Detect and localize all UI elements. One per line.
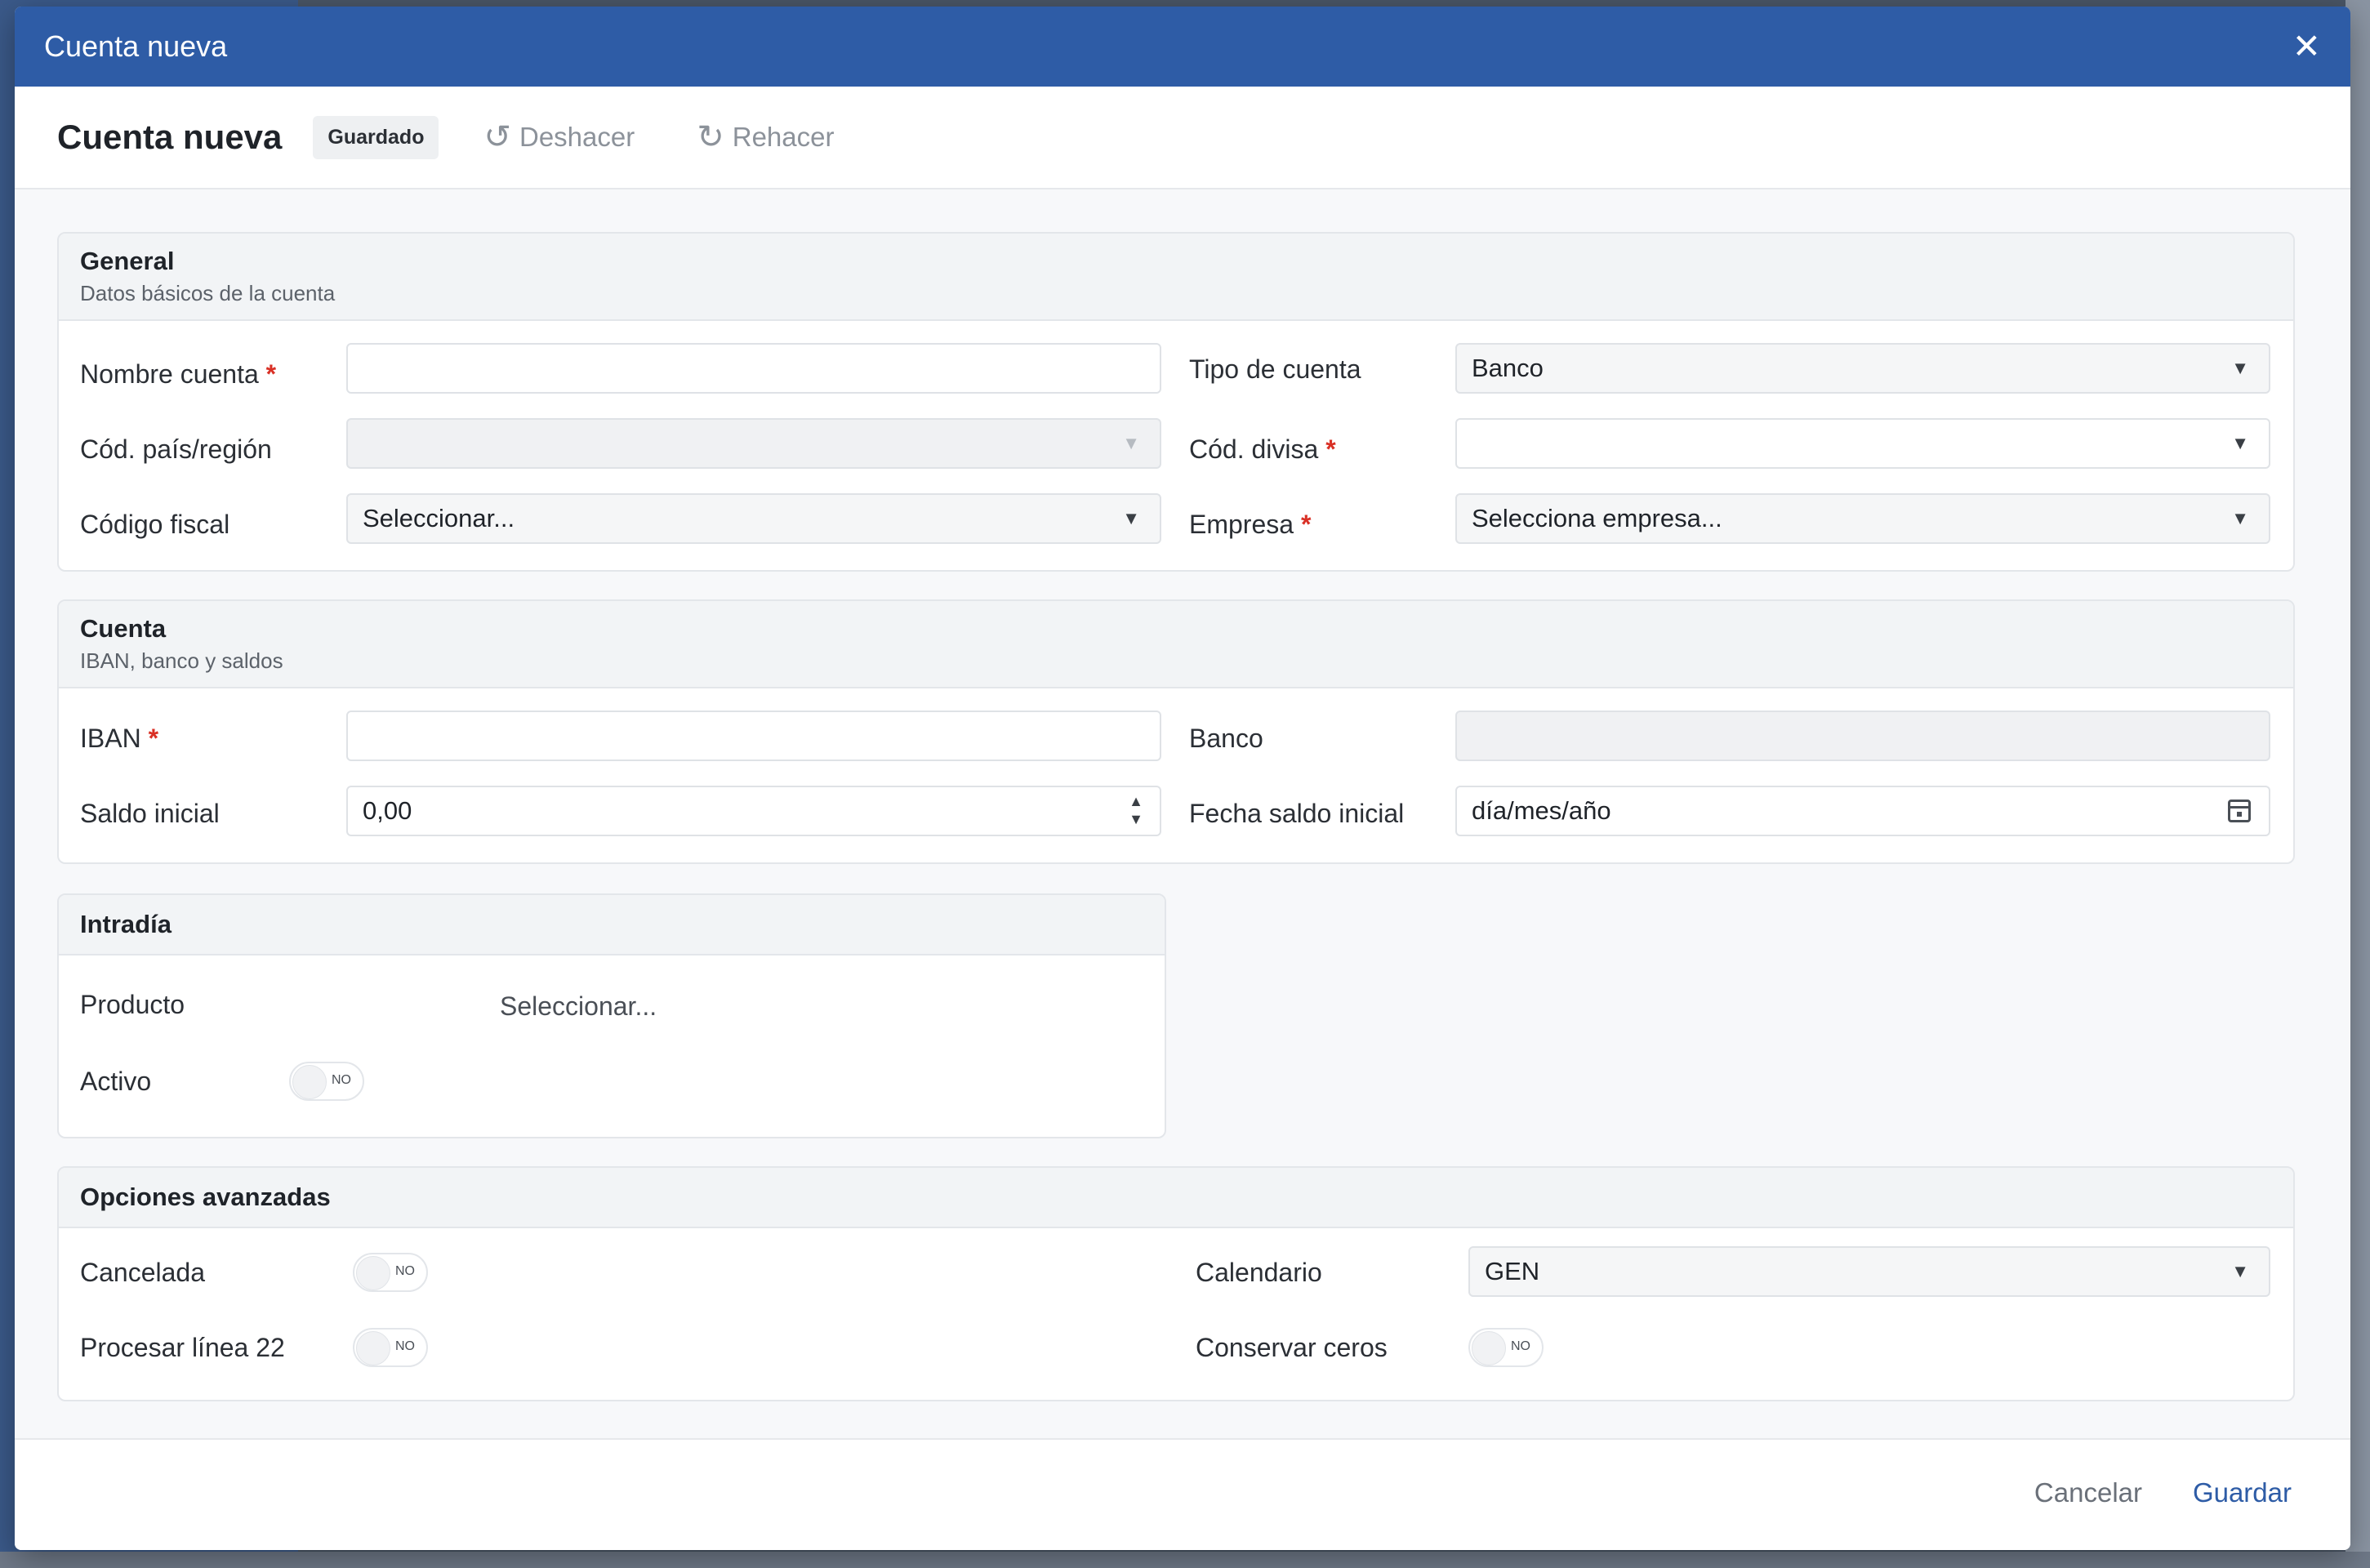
- calendar-icon[interactable]: [2228, 800, 2251, 822]
- toggle-state: NO: [332, 1073, 351, 1087]
- line22-label: Procesar línea 22: [80, 1333, 285, 1362]
- calendar-value: GEN: [1485, 1257, 1540, 1285]
- general-subtitle: Datos básicos de la cuenta: [80, 281, 336, 305]
- intraday-panel-header: Intradía: [59, 895, 1165, 956]
- country-select[interactable]: ▼: [346, 418, 1161, 469]
- account-name-input[interactable]: [346, 343, 1161, 394]
- dialog-footer: Cancelar Guardar: [15, 1438, 2350, 1550]
- dialog-titlebar: Cuenta nueva ✕: [15, 7, 2350, 87]
- chevron-down-icon: ▼: [2231, 1261, 2249, 1281]
- account-panel-header: Cuenta IBAN, banco y saldos: [59, 601, 2293, 688]
- toggle-state: NO: [395, 1339, 415, 1353]
- advanced-title: Opciones avanzadas: [80, 1183, 331, 1211]
- account-title: Cuenta: [80, 614, 167, 643]
- product-select[interactable]: Seleccionar...: [500, 991, 657, 1022]
- initial-balance-date-label: Fecha saldo inicial: [1189, 799, 1405, 828]
- keep-zeros-label: Conservar ceros: [1196, 1333, 1388, 1362]
- account-subtitle: IBAN, banco y saldos: [80, 648, 283, 673]
- toggle-knob: [356, 1331, 390, 1365]
- general-panel-header: General Datos básicos de la cuenta: [59, 234, 2293, 321]
- tax-code-value: Seleccionar...: [363, 504, 515, 532]
- currency-select[interactable]: ▼: [1455, 418, 2270, 469]
- tax-code-label: Código fiscal: [80, 510, 230, 539]
- account-name-label: Nombre cuenta *: [80, 359, 277, 389]
- date-placeholder: día/mes/año: [1472, 796, 1611, 825]
- initial-balance-date-input[interactable]: día/mes/año: [1455, 786, 2270, 836]
- required-marker: *: [1325, 434, 1336, 464]
- company-label: Empresa *: [1189, 510, 1312, 539]
- account-type-value: Banco: [1472, 354, 1544, 382]
- company-select[interactable]: Selecciona empresa... ▼: [1455, 493, 2270, 544]
- calendar-label: Calendario: [1196, 1258, 1322, 1287]
- account-type-select[interactable]: Banco ▼: [1455, 343, 2270, 394]
- status-badge: Guardado: [313, 115, 439, 159]
- product-label: Producto: [80, 990, 185, 1019]
- page-title: Cuenta nueva: [57, 118, 283, 156]
- required-marker: *: [148, 724, 159, 753]
- initial-balance-value: 0,00: [363, 796, 412, 825]
- chevron-down-icon: ▼: [1122, 508, 1140, 528]
- cancelled-toggle[interactable]: NO: [353, 1253, 428, 1292]
- advanced-panel: Opciones avanzadas Cancelada NO Calendar…: [57, 1166, 2295, 1401]
- toggle-knob: [292, 1065, 327, 1099]
- toggle-knob: [356, 1256, 390, 1290]
- active-label: Activo: [80, 1067, 152, 1096]
- account-type-label: Tipo de cuenta: [1189, 354, 1361, 384]
- chevron-down-icon: ▼: [1122, 433, 1140, 453]
- redo-button[interactable]: ↻ Rehacer: [697, 118, 834, 156]
- general-title: General: [80, 247, 175, 275]
- advanced-panel-header: Opciones avanzadas: [59, 1168, 2293, 1228]
- undo-label: Deshacer: [519, 122, 635, 152]
- iban-input[interactable]: [346, 710, 1161, 761]
- required-marker: *: [1300, 510, 1312, 539]
- toggle-state: NO: [395, 1264, 415, 1278]
- chevron-down-icon: ▼: [2231, 433, 2249, 453]
- bank-input[interactable]: [1455, 710, 2270, 761]
- initial-balance-label: Saldo inicial: [80, 799, 220, 828]
- redo-label: Rehacer: [732, 122, 835, 152]
- required-marker: *: [265, 359, 277, 389]
- toggle-knob: [1472, 1331, 1506, 1365]
- dialog-title: Cuenta nueva: [44, 29, 228, 63]
- cancel-button[interactable]: Cancelar: [2034, 1477, 2142, 1508]
- currency-label: Cód. divisa *: [1189, 434, 1336, 464]
- iban-label: IBAN *: [80, 724, 159, 753]
- general-panel: General Datos básicos de la cuenta Nombr…: [57, 232, 2295, 572]
- background-app-footer: [0, 1552, 2370, 1568]
- close-icon[interactable]: ✕: [2292, 29, 2321, 64]
- country-label: Cód. país/región: [80, 434, 272, 464]
- tax-code-select[interactable]: Seleccionar... ▼: [346, 493, 1161, 544]
- initial-balance-input[interactable]: 0,00 ▲ ▼: [346, 786, 1161, 836]
- new-account-dialog: Cuenta nueva ✕ Cuenta nueva Guardado ↺ D…: [15, 7, 2350, 1550]
- toggle-state: NO: [1511, 1339, 1530, 1353]
- active-toggle[interactable]: NO: [289, 1062, 364, 1101]
- redo-icon: ↻: [697, 119, 724, 155]
- bank-label: Banco: [1189, 724, 1263, 753]
- keep-zeros-toggle[interactable]: NO: [1468, 1328, 1544, 1367]
- calendar-select[interactable]: GEN ▼: [1468, 1246, 2270, 1297]
- dialog-content: General Datos básicos de la cuenta Nombr…: [15, 189, 2350, 1481]
- line22-toggle[interactable]: NO: [353, 1328, 428, 1367]
- intraday-panel: Intradía Producto Seleccionar... Activo …: [57, 893, 1166, 1138]
- cancelled-label: Cancelada: [80, 1258, 205, 1287]
- chevron-down-icon: ▼: [2231, 358, 2249, 378]
- undo-icon: ↺: [483, 119, 511, 155]
- number-stepper-icon[interactable]: ▲ ▼: [1129, 792, 1143, 828]
- save-button[interactable]: Guardar: [2193, 1477, 2292, 1508]
- undo-button[interactable]: ↺ Deshacer: [483, 118, 635, 156]
- chevron-down-icon: ▼: [2231, 508, 2249, 528]
- dialog-toolbar: Cuenta nueva Guardado ↺ Deshacer ↻ Rehac…: [15, 87, 2350, 189]
- intraday-title: Intradía: [80, 910, 172, 938]
- account-panel: Cuenta IBAN, banco y saldos IBAN * Banco…: [57, 599, 2295, 864]
- company-value: Selecciona empresa...: [1472, 504, 1722, 532]
